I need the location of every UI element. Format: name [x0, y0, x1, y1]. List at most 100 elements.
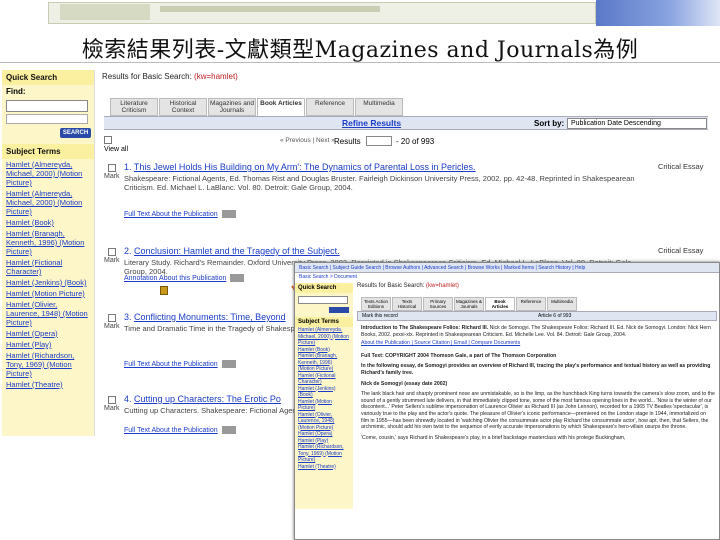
- overlay-tab-4[interactable]: Book Articles: [485, 297, 515, 311]
- overlay-tab-0[interactable]: Texts Action Editions: [361, 297, 391, 311]
- pencil-icon[interactable]: [230, 274, 245, 282]
- mark-label: Mark: [104, 323, 120, 330]
- result-title: 1. This Jewel Holds His Building on My A…: [124, 162, 644, 172]
- subject-term-link[interactable]: Hamlet (Almereyda, Michael, 2000) (Motio…: [2, 159, 94, 188]
- document-citation: Introduction to The Shakespeare Folios: …: [361, 325, 715, 338]
- slide-header-strip: [0, 0, 720, 28]
- result-number: 4.: [124, 394, 132, 404]
- result-number: 1.: [124, 162, 132, 172]
- overlay-breadcrumb[interactable]: Basic Search > Document: [295, 273, 719, 281]
- overlay-search-input[interactable]: [298, 296, 348, 304]
- result-item: Mark 1. This Jewel Holds His Building on…: [104, 162, 708, 222]
- result-links[interactable]: Annotation About this Publication: [124, 274, 245, 282]
- pager: View all « Previous | Next » Results - 2…: [104, 134, 708, 153]
- overlay-subject-term[interactable]: Hamlet (Almereyda, Michael, 2000) (Motio…: [295, 327, 353, 347]
- subject-term-link[interactable]: Hamlet (Jenkins) (Book): [2, 277, 94, 288]
- overlay-toolbar: Mark this record Article 6 of 993: [357, 311, 717, 321]
- prev-next-links[interactable]: « Previous | Next »: [280, 137, 335, 144]
- overlay-subject-terms: Subject Terms: [295, 317, 353, 327]
- tab-2[interactable]: Magazines and Journals: [208, 98, 256, 116]
- toolbar-block: [160, 6, 380, 12]
- mark-checkbox[interactable]: [108, 248, 116, 256]
- result-links-text[interactable]: Full Text About the Publication: [124, 211, 218, 218]
- subject-term-link[interactable]: Hamlet (Olivier, Laurence, 1948) (Motion…: [2, 299, 94, 328]
- overlay-tab-3[interactable]: Magazines & Journals: [454, 297, 484, 311]
- summary: In the following essay, de Somogyi provi…: [361, 363, 711, 376]
- overlay-subject-term[interactable]: Hamlet (Richardson, Tony, 1969) (Motion …: [295, 444, 353, 464]
- overlay-results-prefix: Results for Basic Search:: [357, 283, 425, 289]
- search-button[interactable]: SEARCH: [60, 128, 91, 138]
- results-range: - 20 of 993: [396, 137, 435, 146]
- results-label: Results: [334, 137, 361, 146]
- search-input[interactable]: [6, 100, 88, 112]
- sort-select[interactable]: Publication Date Descending: [567, 118, 707, 129]
- pencil-icon[interactable]: [221, 426, 236, 434]
- overlay-tab-2[interactable]: Primary Sources: [423, 297, 453, 311]
- overlay-subject-term[interactable]: Hamlet (Theatre): [295, 464, 353, 471]
- subject-term-link[interactable]: Hamlet (Richardson, Tony, 1969) (Motion …: [2, 350, 94, 379]
- select-all-checkbox[interactable]: [104, 136, 112, 144]
- article-nav: Article 6 of 993: [538, 313, 571, 319]
- overlay-tab-5[interactable]: Reference: [516, 297, 546, 311]
- result-citation: Shakespeare: Fictional Agents, Ed. Thoma…: [124, 174, 635, 192]
- results-start-input[interactable]: [366, 136, 392, 146]
- result-links[interactable]: Full Text About the Publication: [124, 210, 236, 218]
- subject-terms-header: Subject Terms: [2, 144, 94, 159]
- overlay-search-button[interactable]: [329, 307, 349, 313]
- subject-term-link[interactable]: Hamlet (Almereyda, Michael, 2000) (Motio…: [2, 188, 94, 217]
- result-links-text[interactable]: Full Text About the Publication: [124, 427, 218, 434]
- overlay-subject-term[interactable]: Hamlet (Motion Picture): [295, 399, 353, 412]
- content-type-tabs: Literature Criticism Historical Context Ma…: [110, 98, 403, 116]
- article-number[interactable]: 6: [553, 313, 556, 319]
- subject-term-link[interactable]: Hamlet (Opera): [2, 328, 94, 339]
- overlay-subject-term[interactable]: Hamlet (Branagh, Kenneth, 1996) (Motion …: [295, 353, 353, 373]
- result-title-link[interactable]: Conclusion: Hamlet and the Tragedy of th…: [134, 246, 340, 256]
- toolbar-block: [60, 4, 150, 20]
- result-links-text[interactable]: Annotation About this Publication: [124, 275, 226, 282]
- result-links[interactable]: Full Text About the Publication: [124, 360, 236, 368]
- mark-checkbox[interactable]: [108, 314, 116, 322]
- refine-results-link[interactable]: Refine Results: [342, 118, 401, 128]
- tab-4[interactable]: Reference: [306, 98, 354, 116]
- pencil-icon[interactable]: [221, 360, 236, 368]
- overlay-subject-term[interactable]: Hamlet (Jenkins) (Book): [295, 386, 353, 399]
- overlay-tab-1[interactable]: Texts Historical: [392, 297, 422, 311]
- result-title-link[interactable]: Conflicting Monuments: Time, Beyond: [134, 312, 286, 322]
- result-links-text[interactable]: Full Text About the Publication: [124, 361, 218, 368]
- search-field-select[interactable]: [6, 114, 88, 124]
- mark-record-label[interactable]: Mark this record: [362, 313, 398, 319]
- mark-checkbox[interactable]: [108, 396, 116, 404]
- tab-1[interactable]: Historical Context: [159, 98, 207, 116]
- mark-label: Mark: [104, 405, 120, 412]
- result-title-link[interactable]: Cutting up Characters: The Erotic Po: [134, 394, 281, 404]
- subject-term-link[interactable]: Hamlet (Fictional Character): [2, 257, 94, 277]
- overlay-results-heading: Results for Basic Search: (kw=hamlet): [357, 283, 459, 289]
- result-links[interactable]: Full Text About the Publication: [124, 426, 236, 434]
- overlay-terms-list: Hamlet (Almereyda, Michael, 2000) (Motio…: [295, 327, 353, 470]
- subject-term-link[interactable]: Hamlet (Book): [2, 217, 94, 228]
- view-all-link[interactable]: View all: [104, 146, 128, 153]
- pencil-icon[interactable]: [221, 210, 236, 218]
- find-label: Find:: [6, 87, 26, 96]
- subject-term-link[interactable]: Hamlet (Play): [2, 339, 94, 350]
- subject-term-link[interactable]: Hamlet (Motion Picture): [2, 288, 94, 299]
- paragraph: 'Come, cousin,' says Richard in Shakespe…: [361, 434, 626, 441]
- document-links[interactable]: About the Publication | Source Citation …: [361, 340, 715, 347]
- article-of: of 993: [557, 313, 572, 319]
- tab-0[interactable]: Literature Criticism: [110, 98, 158, 116]
- overlay-subject-term[interactable]: Hamlet (Fictional Character): [295, 373, 353, 386]
- article-label: Article: [538, 313, 552, 319]
- mark-checkbox[interactable]: [108, 164, 116, 172]
- overlay-subject-term[interactable]: Hamlet (Olivier, Laurence, 1948) (Motion…: [295, 412, 353, 432]
- overlay-top-nav[interactable]: Basic Search | Subject Guide Search | Br…: [295, 263, 719, 273]
- subject-term-link[interactable]: Hamlet (Theatre): [2, 379, 94, 390]
- subject-term-link[interactable]: Hamlet (Branagh, Kenneth, 1996) (Motion …: [2, 228, 94, 257]
- overlay-tab-6[interactable]: Multimedia: [547, 297, 577, 311]
- result-title-link[interactable]: This Jewel Holds His Building on My Arm'…: [134, 162, 476, 172]
- sort-label: Sort by:: [534, 119, 565, 128]
- results-prefix: Results for Basic Search:: [102, 72, 192, 81]
- divider: [0, 62, 720, 63]
- tab-5[interactable]: Multimedia: [355, 98, 403, 116]
- tab-3[interactable]: Book Articles: [257, 98, 305, 116]
- mark-label: Mark: [104, 173, 120, 180]
